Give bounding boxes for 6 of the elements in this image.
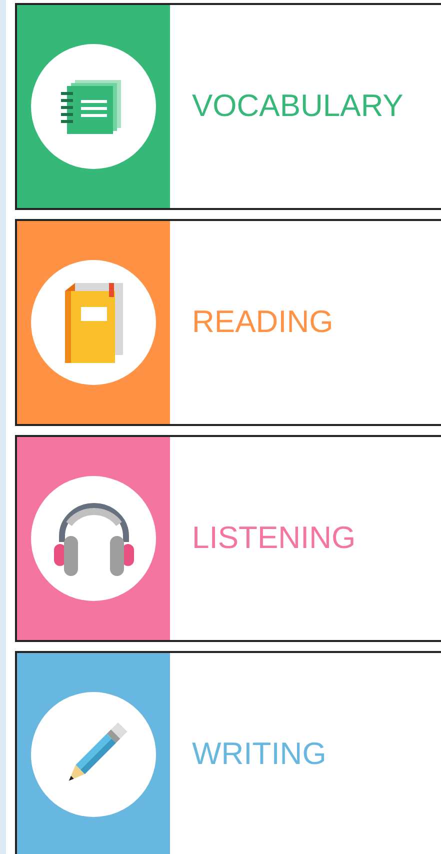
headphones-icon — [52, 502, 136, 576]
book-icon — [64, 282, 122, 362]
section-title: WRITING — [192, 735, 326, 774]
section-title: VOCABULARY — [192, 87, 404, 126]
section-title: READING — [192, 303, 334, 342]
section-title: LISTENING — [192, 519, 356, 558]
